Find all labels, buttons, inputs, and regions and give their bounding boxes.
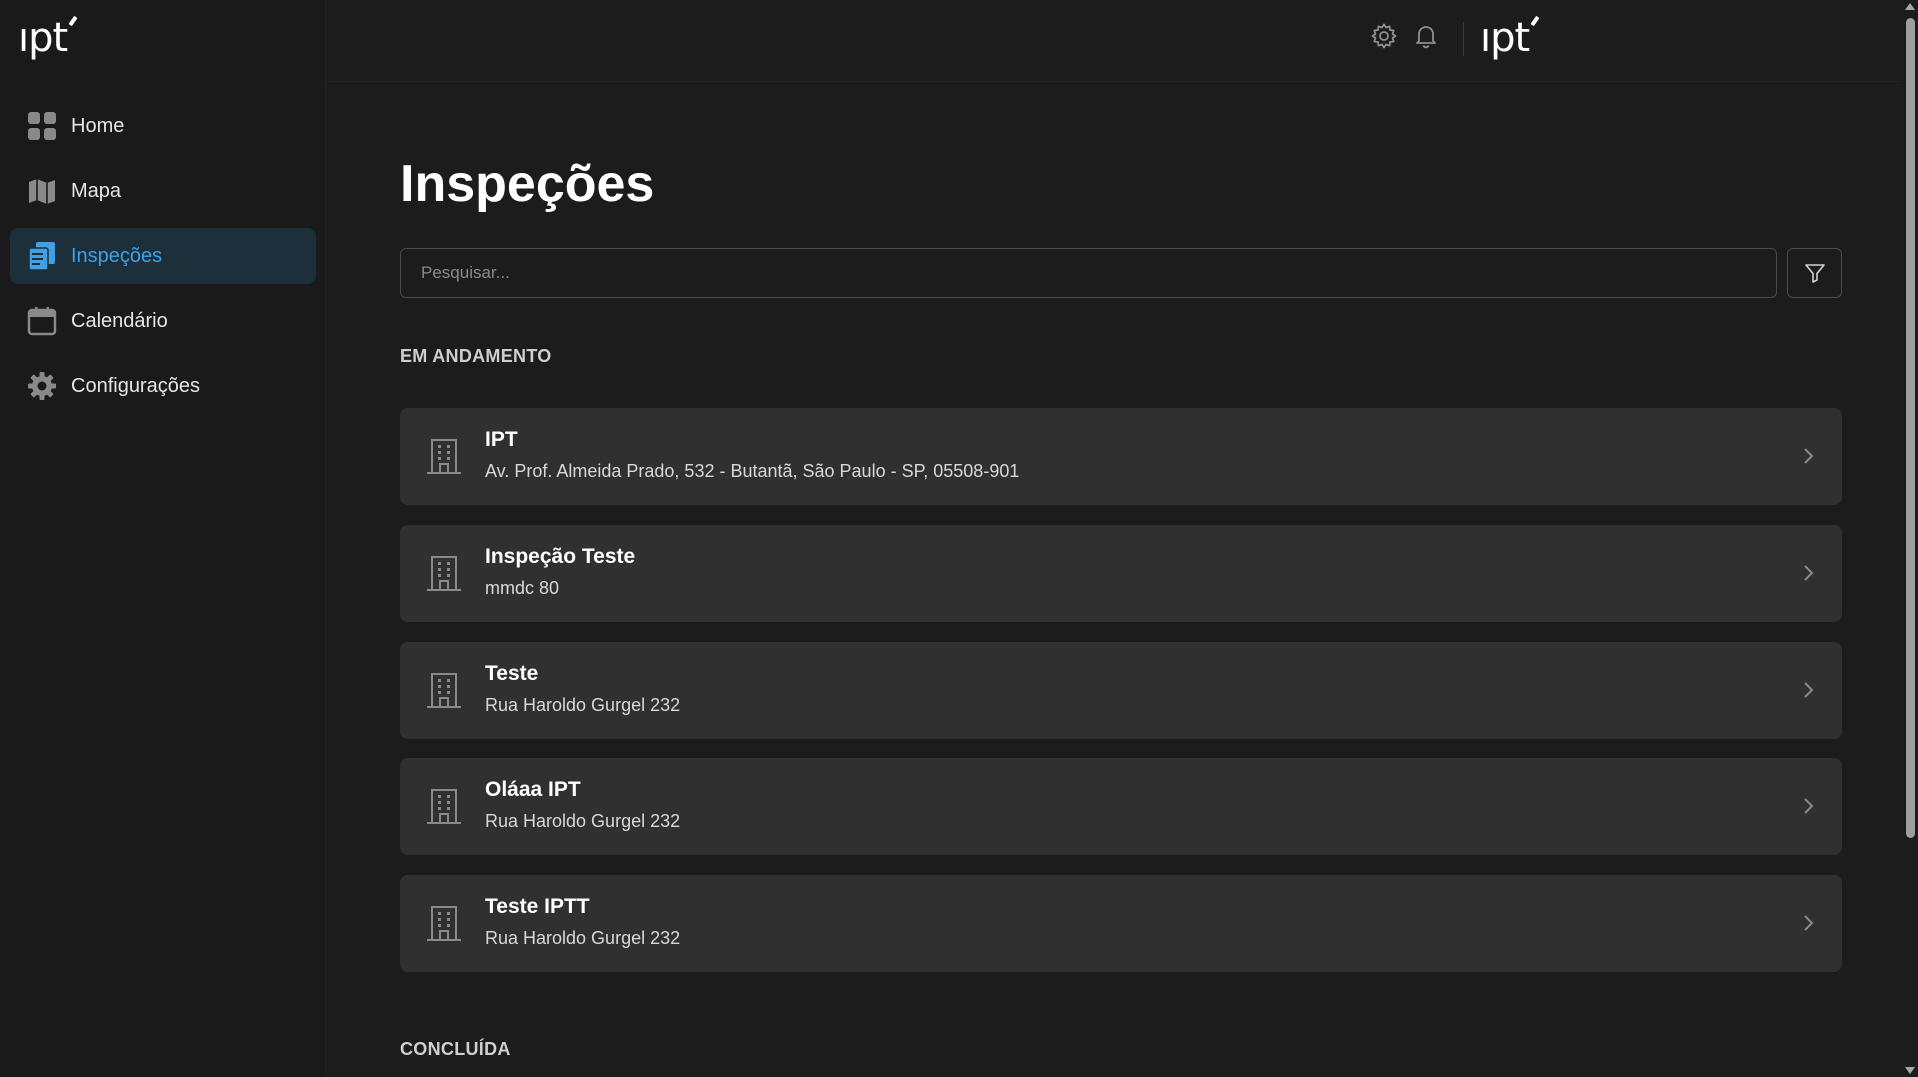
calendar-icon [27, 306, 57, 336]
map-icon [27, 176, 57, 206]
chevron-right-icon [1804, 915, 1814, 931]
documents-icon [27, 241, 57, 271]
sidebar-item-inspecoes[interactable]: Inspeções [10, 228, 316, 284]
top-bar: ıpt [327, 0, 1901, 82]
sidebar-item-label: Home [71, 114, 125, 137]
section-title-concluida: CONCLUÍDA [400, 1039, 511, 1059]
scroll-down-arrow[interactable] [1905, 1067, 1915, 1074]
inspection-card[interactable]: Oláaa IPT Rua Haroldo Gurgel 232 [400, 758, 1842, 855]
logo-text: ıpt [18, 15, 68, 61]
card-title: IPT [485, 428, 518, 451]
sidebar-item-calendario[interactable]: Calendário [10, 293, 316, 349]
card-title: Oláaa IPT [485, 778, 581, 801]
card-title: Inspeção Teste [485, 545, 636, 568]
bell-icon[interactable] [1412, 22, 1440, 50]
page-title: Inspeções [400, 155, 655, 213]
inspection-card[interactable]: Inspeção Teste mmdc 80 [400, 525, 1842, 622]
search-input[interactable] [400, 248, 1777, 298]
header-divider [1463, 22, 1464, 56]
sidebar: ıpt Home Mapa Inspeções Calendário Confi… [0, 0, 326, 1077]
inspection-card[interactable]: IPT Av. Prof. Almeida Prado, 532 - Butan… [400, 408, 1842, 505]
section-title-em-andamento: EM ANDAMENTO [400, 346, 552, 366]
card-address: mmdc 80 [485, 578, 560, 598]
sidebar-item-label: Inspeções [71, 244, 163, 267]
page-scrollbar[interactable] [1901, 0, 1918, 1077]
sidebar-nav: Home Mapa Inspeções Calendário Configura… [10, 98, 316, 423]
card-title: Teste [485, 662, 539, 685]
ipt-logo-header[interactable]: ıpt [1480, 14, 1540, 62]
logo-text: ıpt [1480, 15, 1530, 61]
sidebar-item-label: Configurações [71, 374, 200, 397]
building-icon [427, 556, 461, 591]
building-icon [427, 439, 461, 474]
card-address: Av. Prof. Almeida Prado, 532 - Butantã, … [485, 461, 1020, 481]
card-address: Rua Haroldo Gurgel 232 [485, 811, 681, 831]
sidebar-item-home[interactable]: Home [10, 98, 316, 154]
scroll-up-arrow[interactable] [1905, 3, 1915, 10]
chevron-right-icon [1804, 448, 1814, 464]
chevron-right-icon [1804, 565, 1814, 581]
sidebar-item-configuracoes[interactable]: Configurações [10, 358, 316, 414]
filter-button[interactable] [1787, 248, 1842, 298]
sidebar-item-label: Calendário [71, 309, 168, 332]
gear-icon [27, 371, 57, 401]
grid-icon [27, 111, 57, 141]
card-address: Rua Haroldo Gurgel 232 [485, 695, 681, 715]
ipt-logo[interactable]: ıpt [18, 14, 78, 62]
chevron-right-icon [1804, 798, 1814, 814]
chevron-right-icon [1804, 682, 1814, 698]
building-icon [427, 673, 461, 708]
card-address: Rua Haroldo Gurgel 232 [485, 928, 681, 948]
inspection-card[interactable]: Teste Rua Haroldo Gurgel 232 [400, 642, 1842, 739]
card-title: Teste IPTT [485, 895, 590, 918]
settings-icon[interactable] [1370, 22, 1398, 50]
inspection-card[interactable]: Teste IPTT Rua Haroldo Gurgel 232 [400, 875, 1842, 972]
sidebar-item-label: Mapa [71, 179, 122, 202]
building-icon [427, 789, 461, 824]
sidebar-item-mapa[interactable]: Mapa [10, 163, 316, 219]
filter-icon [1804, 264, 1825, 283]
scrollbar-thumb[interactable] [1906, 18, 1915, 838]
building-icon [427, 906, 461, 941]
